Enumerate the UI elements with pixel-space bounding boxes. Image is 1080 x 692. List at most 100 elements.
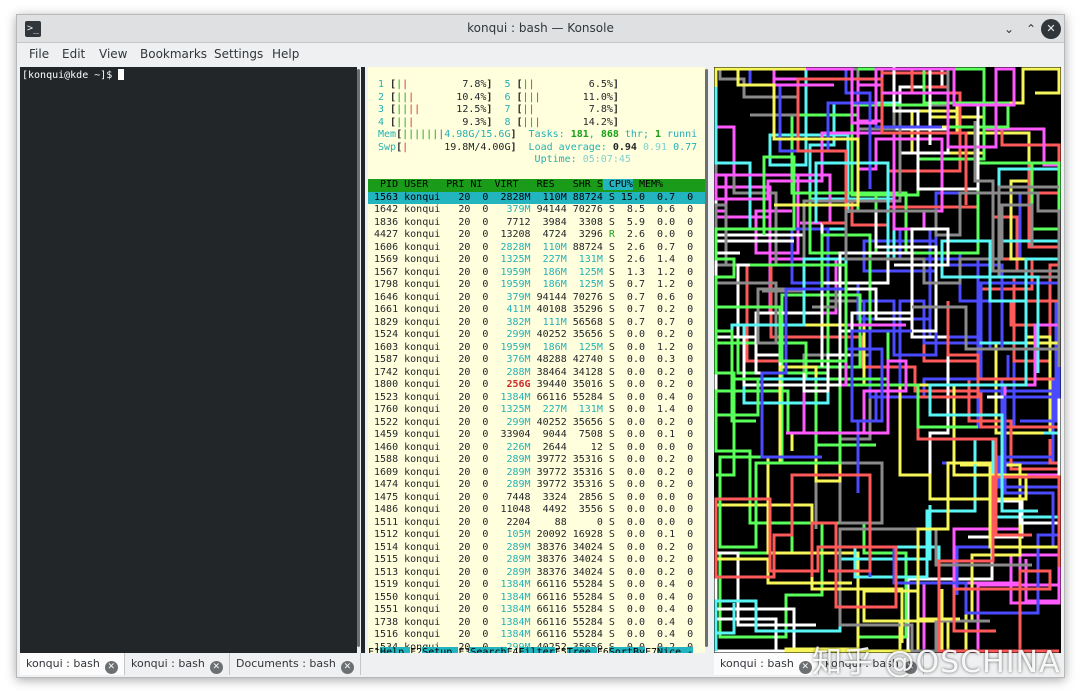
process-row[interactable]: 1738 konqui 20 0 1384M 66116 55284 S 0.0…	[368, 617, 693, 630]
process-row[interactable]: 1829 konqui 20 0 382M 111M 56568 S 0.7 0…	[368, 317, 693, 330]
process-row[interactable]: 1567 konqui 20 0 1959M 186M 125M S 1.3 1…	[368, 267, 693, 280]
process-row[interactable]: 1646 konqui 20 0 379M 94144 70276 S 0.7 …	[368, 292, 693, 305]
process-cell: 0	[470, 304, 489, 315]
column-header-s[interactable]: S	[591, 179, 603, 190]
process-cell: 7508	[566, 429, 603, 440]
maximize-icon[interactable]: ⌃	[1021, 19, 1041, 39]
scrollbar-thumb-left[interactable]	[357, 69, 360, 647]
process-row[interactable]: 1563 konqui 20 0 2828M 110M 88724 S 15.0…	[368, 191, 705, 204]
process-row[interactable]: 1603 konqui 20 0 1959M 186M 125M S 0.0 1…	[368, 342, 693, 355]
menu-settings[interactable]: Settings	[214, 47, 263, 61]
process-cell: 289M	[488, 541, 531, 553]
scrollbar-thumb-mid[interactable]	[705, 69, 708, 647]
process-row[interactable]: 1513 konqui 20 0 289M 38376 34024 S 0.0 …	[368, 567, 693, 580]
tab-konqui-bash[interactable]: konqui : bash ✕	[125, 653, 230, 675]
process-cell: 34024	[566, 554, 603, 565]
tab-close-icon[interactable]: ✕	[104, 661, 118, 674]
process-cell: 20	[440, 316, 471, 328]
process-row[interactable]: 1642 konqui 20 0 379M 94144 70276 S 8.5 …	[368, 204, 693, 217]
process-cell: 0.2	[645, 416, 676, 428]
process-cell: S	[602, 254, 615, 265]
process-row[interactable]: 1798 konqui 20 0 1959M 186M 125M S 0.7 1…	[368, 279, 693, 292]
process-row[interactable]: 1522 konqui 20 0 299M 40252 35656 S 0.0 …	[368, 417, 693, 430]
process-row[interactable]: 1486 konqui 20 0 11048 4492 3556 S 0.0 0…	[368, 504, 693, 517]
process-row[interactable]: 1742 konqui 20 0 288M 38464 34128 S 0.0 …	[368, 367, 693, 380]
process-row[interactable]: 1460 konqui 20 0 226M 2644 12 S 0.0 0.0 …	[368, 442, 693, 455]
process-cell: 13208	[488, 229, 531, 240]
process-cell: 40252	[530, 416, 567, 428]
tab-konqui-bash[interactable]: konqui : bash ✕	[714, 653, 819, 675]
process-row[interactable]: 1609 konqui 20 0 289M 39772 35316 S 0.0 …	[368, 467, 693, 480]
process-cell: 0.0	[614, 416, 645, 428]
process-row[interactable]: 1459 konqui 20 0 33904 9044 7508 S 0.0 0…	[368, 429, 693, 442]
menu-help[interactable]: Help	[272, 47, 299, 61]
process-cell: S	[602, 279, 615, 290]
process-row[interactable]: 1475 konqui 20 0 7448 3324 2856 S 0.0 0.…	[368, 492, 693, 505]
column-header-pid[interactable]: PID	[368, 179, 398, 190]
process-cell: konqui	[398, 216, 441, 228]
process-row[interactable]: 1836 konqui 20 0 7712 3984 3308 S 5.9 0.…	[368, 217, 693, 230]
process-row[interactable]: 1512 konqui 20 0 105M 20092 16928 S 0.0 …	[368, 529, 693, 542]
process-cell: 0	[470, 279, 489, 290]
process-row[interactable]: 1474 konqui 20 0 289M 39772 35316 S 0.0 …	[368, 479, 693, 492]
column-header-ni[interactable]: NI	[464, 179, 482, 190]
pipes-pane[interactable]	[714, 67, 1061, 653]
process-cell: S	[602, 566, 615, 578]
process-row[interactable]: 1514 konqui 20 0 289M 38376 34024 S 0.0 …	[368, 542, 693, 555]
terminal-pane-left[interactable]: [konqui@kde ~]$	[20, 67, 365, 653]
title-bar[interactable]: >_ konqui : bash — Konsole ⌄ ⌃ ✕	[17, 15, 1064, 43]
column-header-user[interactable]: USER	[398, 179, 440, 190]
process-cell: 39772	[530, 454, 567, 465]
column-header-res[interactable]: RES	[519, 179, 555, 190]
tab-close-icon[interactable]: ✕	[340, 661, 354, 674]
column-header-shr[interactable]: SHR	[555, 179, 591, 190]
process-row[interactable]: 1550 konqui 20 0 1384M 66116 55284 S 0.0…	[368, 592, 693, 605]
process-cell: 0.0	[614, 616, 645, 628]
column-header-cpupct[interactable]: CPU%	[602, 179, 633, 190]
process-cell: 39772	[530, 479, 567, 490]
minimize-icon[interactable]: ⌄	[999, 19, 1019, 39]
process-row[interactable]: 1519 konqui 20 0 1384M 66116 55284 S 0.0…	[368, 579, 693, 592]
close-icon[interactable]: ✕	[1041, 19, 1061, 39]
column-header-virt[interactable]: VIRT	[482, 179, 518, 190]
process-row[interactable]: 1569 konqui 20 0 1325M 227M 131M S 2.6 1…	[368, 254, 693, 267]
process-cell: 0	[675, 279, 694, 290]
menu-view[interactable]: View	[99, 47, 127, 61]
process-cell: 1460	[368, 441, 399, 453]
htop-pane[interactable]: 1 [|| 7.8%] 5 [|| 6.5%] 2 [||| 10.4%] 6 […	[368, 67, 705, 653]
menu-bookmarks[interactable]: Bookmarks	[140, 47, 207, 61]
process-row[interactable]: 1551 konqui 20 0 1384M 66116 55284 S 0.0…	[368, 604, 693, 617]
scrollbar-left[interactable]	[357, 67, 361, 653]
process-cell: 0	[675, 529, 694, 540]
menu-file[interactable]: File	[29, 47, 49, 61]
process-row[interactable]: 1511 konqui 20 0 2204 88 0 S 0.0 0.0 0	[368, 517, 693, 530]
process-row[interactable]: 1524 konqui 20 0 299M 40252 35656 S 0.0 …	[368, 329, 693, 342]
process-cell: 1.3	[614, 266, 645, 278]
process-cell: 0	[470, 416, 489, 428]
scrollbar-mid[interactable]	[705, 67, 709, 653]
process-row[interactable]: 1661 konqui 20 0 411M 40108 35296 S 0.7 …	[368, 304, 693, 317]
process-cell: 34128	[566, 366, 603, 378]
column-header-pri[interactable]: PRI	[440, 179, 464, 190]
process-row[interactable]: 1800 konqui 20 0 256G 39440 35016 S 0.0 …	[368, 379, 693, 392]
process-row[interactable]: 4427 konqui 20 0 13208 4724 3296 R 2.6 0…	[368, 229, 693, 242]
process-row[interactable]: 1516 konqui 20 0 1384M 66116 55284 S 0.0…	[368, 629, 693, 642]
tab-konqui-bash[interactable]: konqui : bash ✕	[20, 653, 125, 675]
process-cell: 20092	[530, 529, 567, 540]
process-cell: S	[602, 429, 615, 440]
process-row[interactable]: 1523 konqui 20 0 1384M 66116 55284 S 0.0…	[368, 392, 693, 405]
process-cell: 0.0	[614, 591, 645, 603]
tab-close-icon[interactable]: ✕	[798, 661, 812, 674]
tab-close-icon[interactable]: ✕	[209, 661, 223, 674]
tab-documents-bash[interactable]: Documents : bash ✕	[230, 653, 361, 675]
process-cell: 0	[470, 629, 489, 640]
process-row[interactable]: 1588 konqui 20 0 289M 39772 35316 S 0.0 …	[368, 454, 693, 467]
process-row[interactable]: 1760 konqui 20 0 1325M 227M 131M S 0.0 1…	[368, 404, 693, 417]
process-cell: 1.2	[645, 279, 676, 290]
process-row[interactable]: 1606 konqui 20 0 2828M 110M 88724 S 2.6 …	[368, 242, 693, 255]
process-row[interactable]: 1587 konqui 20 0 376M 48288 42740 S 0.0 …	[368, 354, 693, 367]
column-header-mempct[interactable]: MEM%	[633, 179, 663, 190]
process-row[interactable]: 1515 konqui 20 0 289M 38376 34024 S 0.0 …	[368, 554, 693, 567]
cpu-meter-row: 3 [|||| 12.5%] 7 [|| 7.8%]	[378, 104, 619, 117]
menu-edit[interactable]: Edit	[62, 47, 85, 61]
